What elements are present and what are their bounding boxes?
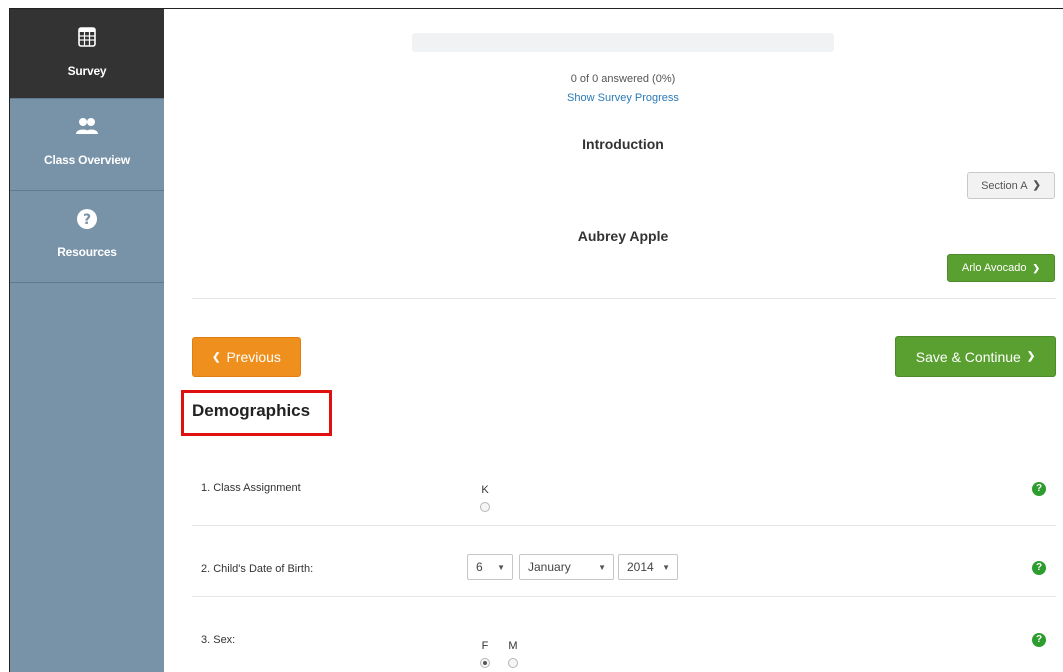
save-continue-button[interactable]: Save & Continue ❯: [895, 336, 1056, 377]
previous-label: Previous: [226, 349, 281, 365]
option-letter: M: [508, 640, 518, 652]
highlight-box: [181, 390, 332, 436]
users-icon: [10, 117, 164, 141]
sidebar-item-label: Survey: [67, 64, 107, 78]
month-value: January: [528, 560, 571, 574]
progress-text: 0 of 0 answered (0%): [570, 73, 676, 85]
show-survey-progress-link[interactable]: Show Survey Progress: [412, 92, 834, 104]
help-icon[interactable]: ?: [1032, 482, 1046, 496]
next-student-label: Arlo Avocado: [961, 262, 1027, 274]
month-select[interactable]: January ▼: [519, 554, 614, 580]
chevron-right-icon: ❯: [1032, 180, 1041, 191]
next-student-button[interactable]: Arlo Avocado ❯: [947, 254, 1055, 282]
option-letter: K: [481, 484, 489, 496]
question-label: 2. Child's Date of Birth:: [201, 563, 314, 575]
radio-k[interactable]: [480, 502, 490, 512]
divider: [192, 298, 1056, 299]
question-row-sex: 3. Sex: F M ?: [192, 597, 1056, 672]
option-f: F: [478, 640, 492, 668]
sidebar-item-survey[interactable]: Survey: [10, 9, 164, 99]
sidebar-item-resources[interactable]: ? Resources: [10, 191, 164, 283]
svg-text:?: ?: [83, 212, 91, 228]
sidebar-item-class-overview[interactable]: Class Overview: [10, 99, 164, 191]
sidebar-item-label: Class Overview: [44, 153, 130, 167]
save-continue-label: Save & Continue: [915, 348, 1021, 365]
next-section-button[interactable]: Section A ❯: [967, 172, 1055, 199]
question-row-class-assignment: 1. Class Assignment K ?: [192, 463, 1056, 526]
section-title: Introduction: [582, 136, 664, 152]
next-section-label: Section A: [981, 179, 1028, 192]
day-value: 6: [476, 560, 483, 574]
dropdown-arrow-icon: ▼: [497, 563, 505, 572]
help-icon[interactable]: ?: [1032, 561, 1046, 575]
table-icon: [10, 27, 164, 51]
day-select[interactable]: 6 ▼: [467, 554, 513, 580]
student-name: Aubrey Apple: [577, 228, 669, 244]
survey-progress-bar: [412, 33, 834, 52]
radio-m[interactable]: [508, 658, 518, 668]
sidebar: Survey Class Overview ? Resources: [10, 9, 164, 672]
option-m: M: [506, 640, 520, 668]
question-label: 3. Sex:: [201, 634, 236, 646]
chevron-right-icon: ❯: [1026, 351, 1036, 362]
help-icon[interactable]: ?: [1032, 633, 1046, 647]
previous-button[interactable]: ❮ Previous: [192, 337, 301, 377]
dropdown-arrow-icon: ▼: [598, 563, 606, 572]
option-letter: F: [481, 640, 489, 652]
year-value: 2014: [627, 560, 654, 574]
sidebar-item-label: Resources: [57, 245, 117, 259]
year-select[interactable]: 2014 ▼: [618, 554, 678, 580]
dropdown-arrow-icon: ▼: [662, 563, 670, 572]
question-label: 1. Class Assignment: [201, 482, 301, 494]
question-row-date-of-birth: 2. Child's Date of Birth: 6 ▼ January ▼ …: [192, 526, 1056, 597]
chevron-right-icon: ❯: [1032, 262, 1041, 273]
question-circle-icon: ?: [10, 209, 164, 233]
radio-f[interactable]: [480, 658, 490, 668]
option-k: K: [478, 484, 492, 512]
main-content: 0 of 0 answered (0%) Show Survey Progres…: [164, 9, 1063, 672]
chevron-left-icon: ❮: [212, 351, 221, 363]
app-frame: Survey Class Overview ? Resources 0 of 0…: [9, 8, 1063, 672]
